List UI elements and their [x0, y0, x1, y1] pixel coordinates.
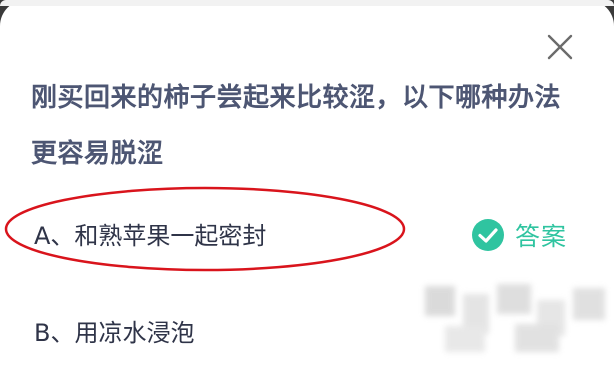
option-b[interactable]: B、用凉水浸泡 — [34, 313, 194, 348]
dialog-top-strip — [0, 0, 614, 6]
answer-badge: 答案 — [471, 217, 567, 253]
close-icon[interactable] — [547, 34, 573, 60]
quiz-dialog: 刚买回来的柿子尝起来比较涩，以下哪种办法更容易脱涩 A、和熟苹果一起密封 答案 … — [0, 0, 614, 380]
check-circle-icon — [472, 219, 504, 251]
blurred-watermark — [425, 284, 605, 352]
answer-label: 答案 — [515, 222, 568, 251]
option-a[interactable]: A、和熟苹果一起密封 — [34, 216, 266, 251]
question-text: 刚买回来的柿子尝起来比较涩，以下哪种办法更容易脱涩 — [31, 83, 562, 169]
